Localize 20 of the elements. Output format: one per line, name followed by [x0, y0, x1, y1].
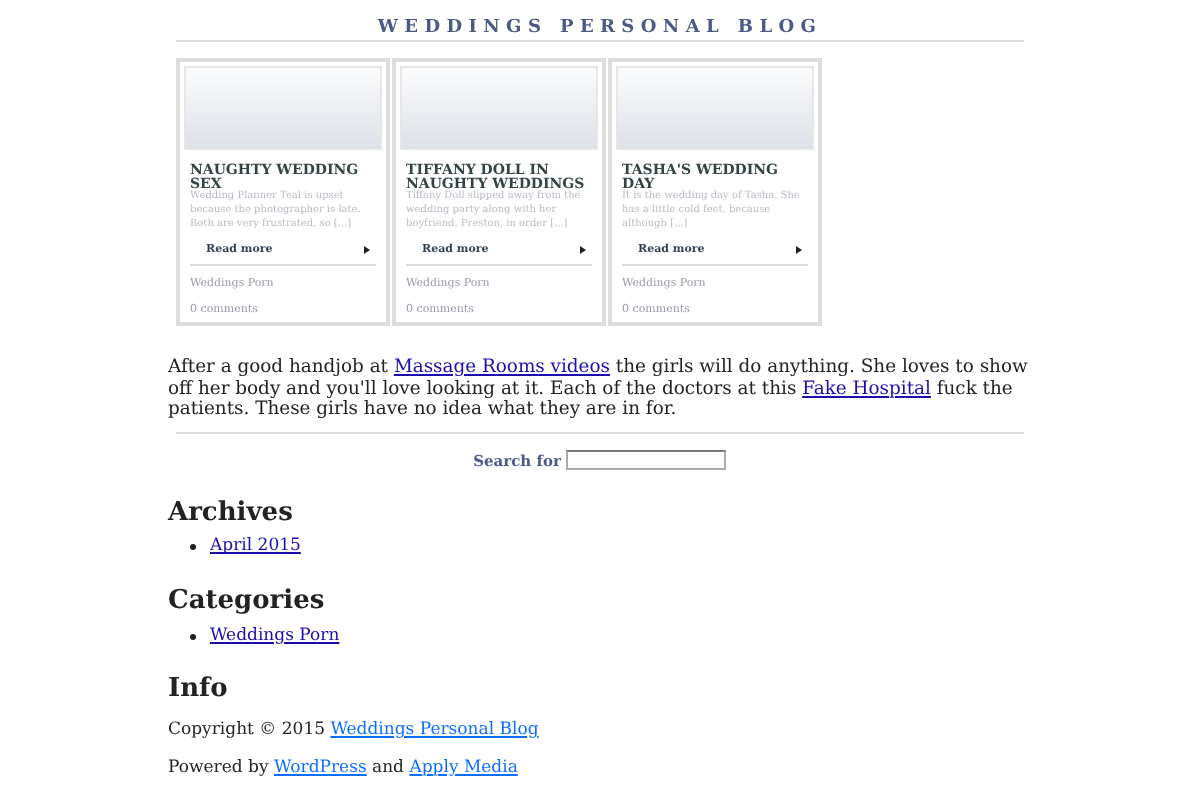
bullet-icon: [190, 633, 196, 640]
bullet-icon: [190, 544, 196, 551]
section-heading: Categories: [168, 586, 327, 618]
site-title[interactable]: WEDDINGS PERSONAL BLOG: [168, 0, 1032, 40]
sidebar-link[interactable]: Weddings Porn: [210, 623, 340, 649]
arrow-icon[interactable]: [364, 246, 370, 255]
text-link[interactable]: Massage Rooms videos: [393, 356, 610, 378]
footer-text: Copyright © 2015 Weddings Personal Blog: [168, 718, 541, 744]
text-link[interactable]: Fake Hospital: [802, 377, 931, 399]
intro-paragraph: After a good handjob at Massage Rooms videos the girls will do anything. She loves to show off her body and you'll love looking at it. Each of the doctors at this Fake Hospital fuck the patients. These girls have no idea what they are in for.: [168, 358, 1030, 421]
text-link[interactable]: Apply Media: [409, 757, 518, 778]
text-link[interactable]: Weddings Personal Blog: [330, 720, 539, 741]
section-heading: Archives: [168, 497, 295, 529]
search-field[interactable]: [566, 450, 727, 471]
text-link[interactable]: WordPress: [273, 757, 367, 778]
arrow-icon[interactable]: [580, 246, 586, 255]
section-heading: Info: [168, 674, 230, 707]
sidebar-link[interactable]: April 2015: [210, 534, 301, 561]
footer-text: Powered by WordPress and Apply Media: [168, 755, 520, 782]
arrow-icon[interactable]: [796, 246, 802, 255]
